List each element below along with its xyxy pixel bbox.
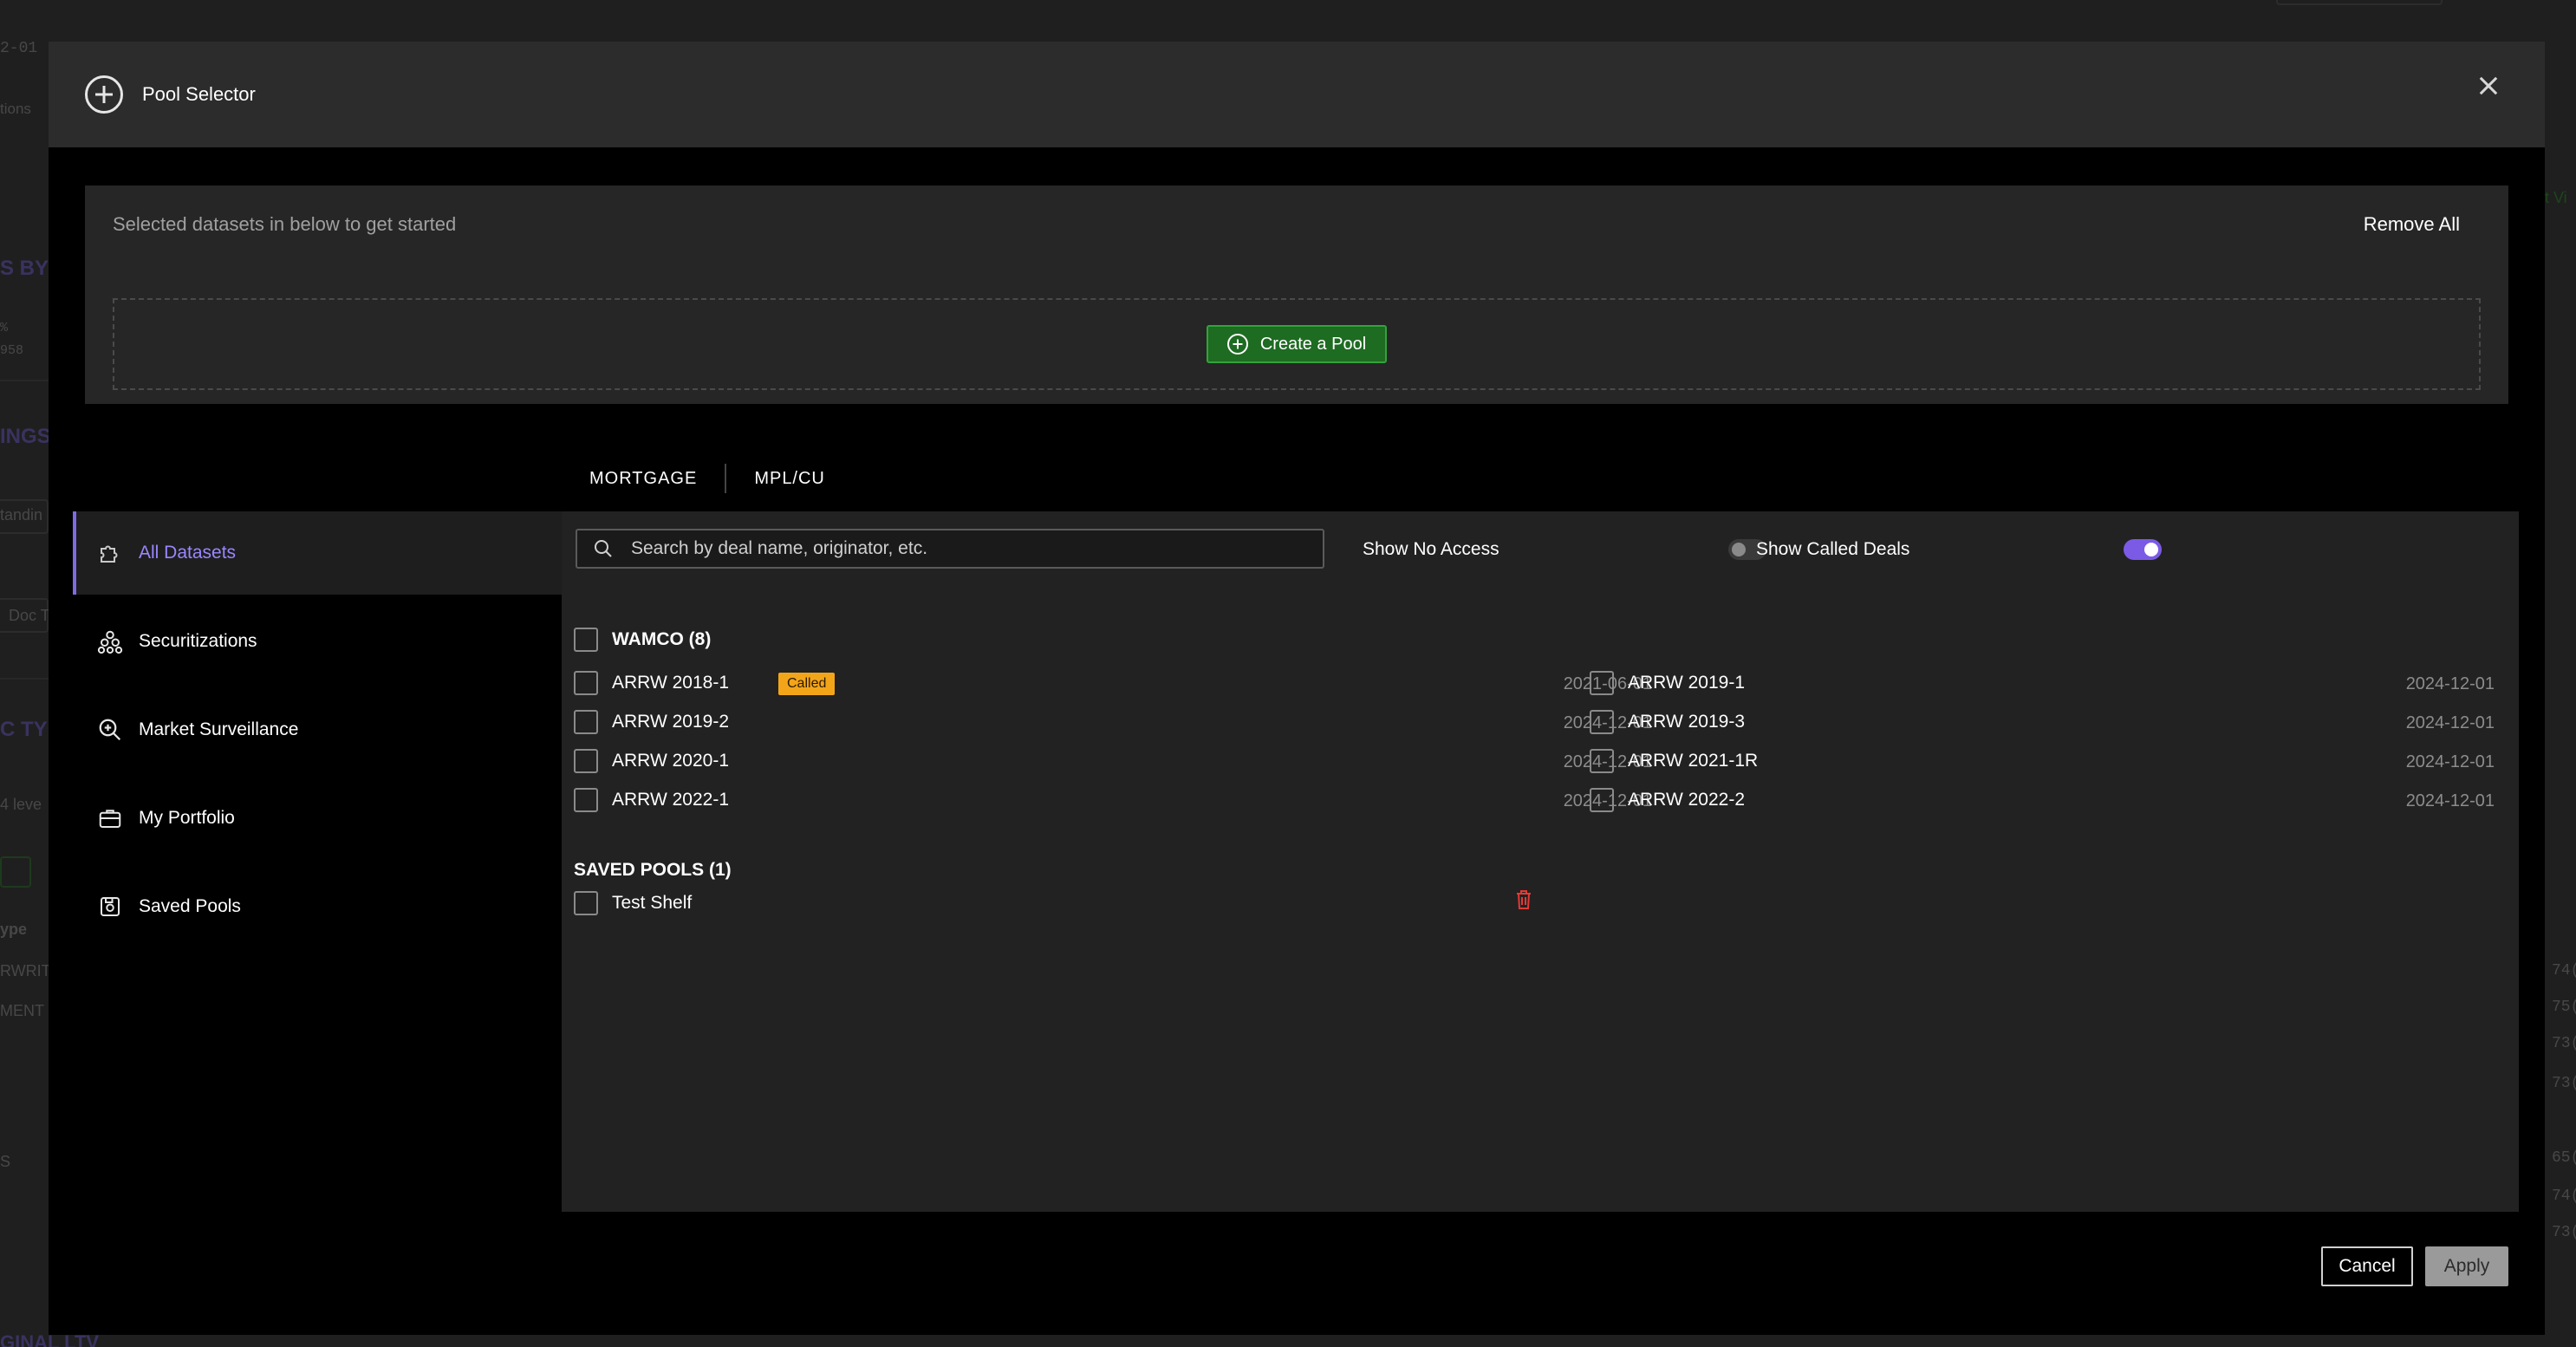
- add-circle-icon: [1226, 334, 1248, 355]
- puzzle-icon: [97, 540, 123, 566]
- show-called-deals-label: Show Called Deals: [1756, 539, 1910, 559]
- deal-checkbox[interactable]: [574, 788, 598, 812]
- deal-date: 2024-12-01: [2405, 752, 2495, 771]
- called-badge: Called: [778, 673, 836, 695]
- sidebar: All Datasets Securitizations Market Surv…: [73, 511, 562, 953]
- deal-date: 2024-12-01: [2405, 674, 2495, 693]
- search-icon: [595, 540, 612, 557]
- dataset-list-panel: Show No Access Show Called Deals WAMCO (…: [562, 511, 2519, 1212]
- pool-selector-modal: Pool Selector Selected datasets in below…: [49, 42, 2545, 1335]
- drop-zone: Create a Pool: [113, 298, 2481, 390]
- create-pool-button[interactable]: Create a Pool: [1206, 325, 1388, 363]
- zoom-in-icon: [97, 717, 123, 743]
- sidebar-item-market-surveillance[interactable]: Market Surveillance: [73, 688, 562, 771]
- sidebar-item-all-datasets[interactable]: All Datasets: [73, 511, 562, 595]
- sidebar-item-saved-pools[interactable]: Saved Pools: [73, 865, 562, 948]
- saved-pool-name: Test Shelf: [612, 893, 693, 913]
- deal-checkbox[interactable]: [1590, 749, 1614, 773]
- cancel-button[interactable]: Cancel: [2321, 1246, 2413, 1286]
- remove-all-button[interactable]: Remove All: [2364, 213, 2460, 236]
- deal-checkbox[interactable]: [1590, 788, 1614, 812]
- deal-checkbox[interactable]: [1590, 671, 1614, 695]
- add-circle-icon: [85, 75, 123, 114]
- sidebar-item-label: My Portfolio: [139, 808, 235, 828]
- toggle-knob: [2144, 543, 2158, 556]
- briefcase-icon: [97, 805, 123, 831]
- stack-icon: [97, 628, 123, 654]
- modal-title: Pool Selector: [142, 83, 256, 105]
- close-icon[interactable]: [2475, 73, 2501, 99]
- selected-hint-text: Selected datasets in below to get starte…: [113, 213, 457, 235]
- sidebar-item-label: All Datasets: [139, 543, 237, 563]
- deal-checkbox[interactable]: [574, 671, 598, 695]
- deal-name: ARRW 2022-1: [612, 790, 730, 810]
- deal-name: ARRW 2022-2: [1628, 790, 1746, 810]
- toggle-knob: [1732, 543, 1746, 556]
- deal-date: 2024-12-01: [2405, 791, 2495, 810]
- deal-name: ARRW 2020-1: [612, 751, 730, 771]
- sidebar-item-securitizations[interactable]: Securitizations: [73, 600, 562, 683]
- saved-pool-checkbox[interactable]: [574, 891, 598, 915]
- show-called-deals-toggle[interactable]: [2124, 539, 2162, 560]
- sidebar-item-label: Saved Pools: [139, 896, 241, 916]
- apply-button[interactable]: Apply: [2425, 1246, 2508, 1286]
- selected-datasets-panel: Selected datasets in below to get starte…: [85, 185, 2508, 404]
- tab-mortgage[interactable]: MORTGAGE: [562, 469, 725, 489]
- create-pool-label: Create a Pool: [1259, 334, 1367, 354]
- sidebar-item-label: Securitizations: [139, 631, 257, 651]
- modal-header: Pool Selector: [49, 42, 2545, 147]
- search-input[interactable]: [631, 538, 1307, 559]
- trash-icon[interactable]: [1515, 889, 1532, 910]
- show-no-access-label: Show No Access: [1363, 539, 1499, 559]
- group-checkbox-wamco[interactable]: [574, 628, 598, 652]
- deal-name: ARRW 2019-2: [612, 712, 730, 732]
- group-header-saved-pools: SAVED POOLS (1): [574, 860, 732, 880]
- search-bar: [576, 529, 1324, 569]
- tab-mpl-cu[interactable]: MPL/CU: [726, 469, 853, 489]
- deal-checkbox[interactable]: [574, 710, 598, 734]
- deal-name: ARRW 2021-1R: [1628, 751, 1759, 771]
- deal-name: ARRW 2018-1: [612, 673, 730, 693]
- sidebar-item-my-portfolio[interactable]: My Portfolio: [73, 777, 562, 860]
- deal-date: 2024-12-01: [2405, 713, 2495, 732]
- sidebar-item-label: Market Surveillance: [139, 719, 299, 739]
- deal-checkbox[interactable]: [1590, 710, 1614, 734]
- deal-name: ARRW 2019-3: [1628, 712, 1746, 732]
- deal-name: ARRW 2019-1: [1628, 673, 1746, 693]
- group-header-wamco: WAMCO (8): [612, 629, 712, 649]
- dataset-tabs: MORTGAGE MPL/CU: [562, 458, 853, 499]
- save-icon: [97, 894, 123, 920]
- deal-checkbox[interactable]: [574, 749, 598, 773]
